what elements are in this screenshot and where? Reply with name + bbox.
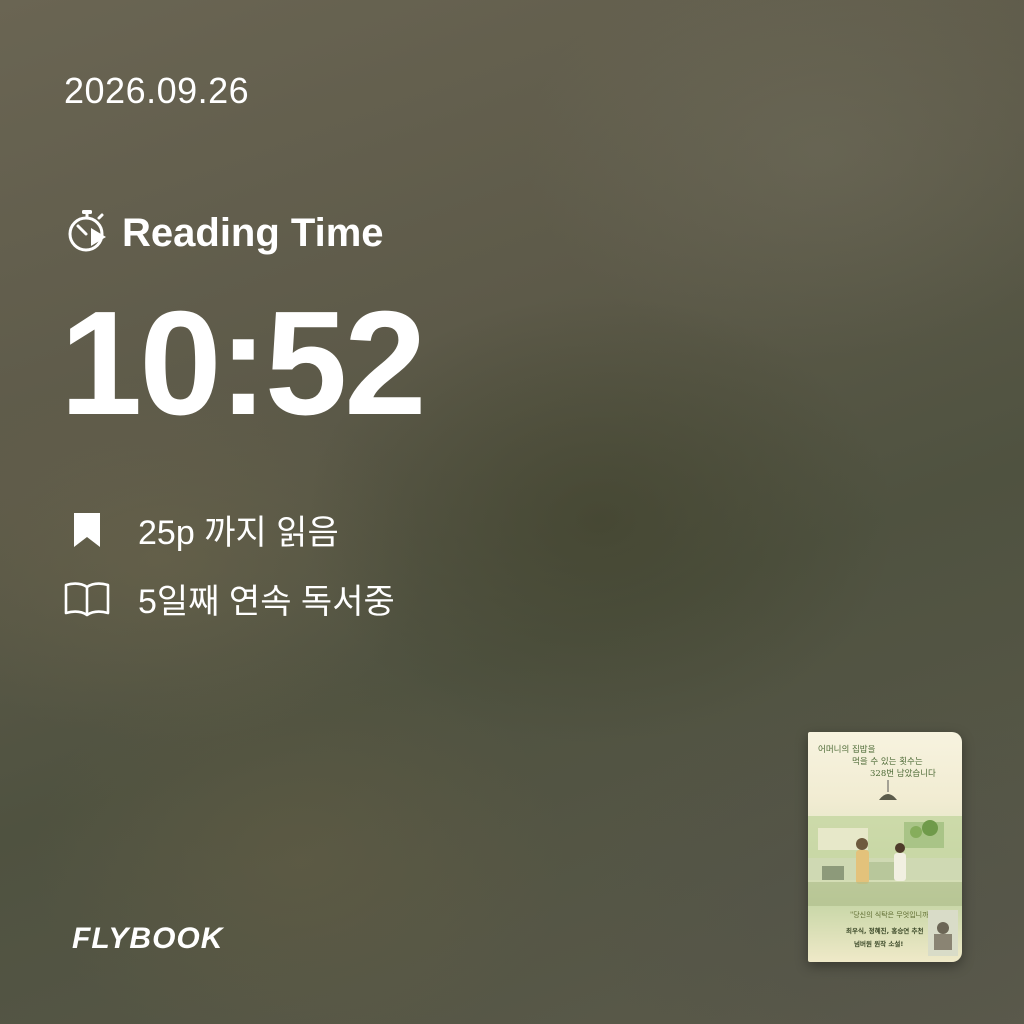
- date-label: 2026.09.26: [64, 70, 250, 111]
- reading-time-heading: Reading Time: [64, 208, 384, 259]
- timer-play-icon: [64, 208, 110, 259]
- flybook-logo: FLYBOOK: [72, 922, 224, 955]
- book-tagline: "당신의 식탁은 무엇입니까?": [850, 910, 935, 919]
- book-series: 넘버원 원작 소설!: [854, 939, 903, 948]
- streak-text: 5일째 연속 독서중: [138, 583, 395, 621]
- open-book-icon: [64, 581, 110, 617]
- pages-read-text: 25p 까지 읽음: [138, 514, 339, 552]
- book-cover-line1: 어머니의 집밥을: [818, 744, 876, 755]
- pages-read-row: 25p 까지 읽음: [64, 505, 339, 554]
- book-recommend: 최우식, 정혜진, 홍승연 추천: [846, 926, 924, 935]
- reading-time-label: Reading Time: [122, 211, 384, 255]
- book-cover-line2: 먹을 수 있는 횟수는: [852, 756, 923, 767]
- reading-timer-value: 10:52: [60, 281, 427, 446]
- bookmark-icon: [64, 511, 110, 549]
- streak-row: 5일째 연속 독서중: [64, 574, 395, 623]
- book-cover-image[interactable]: 어머니의 집밥을 먹을 수 있는 횟수는 328번 남았습니다 "당신의 식탁은…: [808, 732, 962, 962]
- book-cover-line3: 328번 남았습니다: [870, 768, 936, 779]
